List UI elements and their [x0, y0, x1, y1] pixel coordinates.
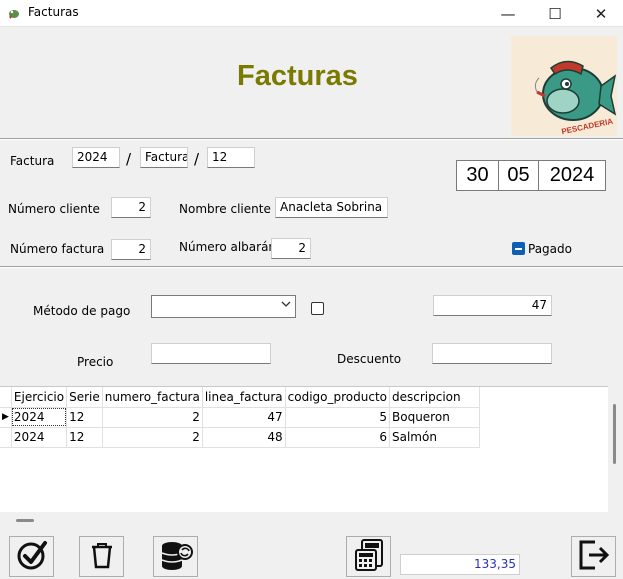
- current-row-marker: ▶: [0, 407, 12, 428]
- invoice-lines-table: Ejercicio Serie numero_factura linea_fac…: [0, 387, 480, 448]
- factura-year-field[interactable]: 2024: [72, 147, 120, 168]
- column-header-ejercicio[interactable]: Ejercicio: [11, 387, 68, 408]
- row-header-cell: [0, 387, 12, 408]
- delete-button[interactable]: [79, 536, 124, 577]
- row-header-cell: [0, 427, 12, 448]
- pagado-label: Pagado: [528, 242, 572, 256]
- maximize-button[interactable]: ☐: [532, 0, 578, 27]
- minimize-button[interactable]: —: [485, 0, 531, 27]
- table-cell[interactable]: 5: [285, 407, 391, 428]
- descuento-field[interactable]: [432, 343, 552, 364]
- confirm-button[interactable]: [9, 536, 54, 577]
- chevron-down-icon: [281, 299, 291, 312]
- linea-checkbox[interactable]: [311, 302, 324, 315]
- table-cell[interactable]: 2: [102, 427, 203, 448]
- metodo-pago-select[interactable]: [151, 295, 296, 318]
- descuento-label: Descuento: [337, 352, 402, 366]
- column-header-serie[interactable]: Serie: [66, 387, 103, 408]
- slash-separator: /: [194, 150, 200, 168]
- precio-field[interactable]: [151, 343, 271, 364]
- exit-door-icon: [577, 538, 611, 575]
- table-cell[interactable]: 12: [66, 407, 103, 428]
- trash-icon: [87, 539, 117, 574]
- table-cell[interactable]: Salmón: [389, 427, 480, 448]
- horizontal-scrollbar[interactable]: [0, 512, 608, 529]
- date-year[interactable]: 2024: [538, 160, 606, 191]
- slash-separator: /: [126, 150, 132, 168]
- database-refresh-icon: [158, 538, 194, 575]
- window-title: Facturas: [28, 5, 79, 19]
- numero-cliente-field[interactable]: 2: [111, 197, 151, 218]
- vertical-scrollbar[interactable]: [609, 386, 623, 529]
- table-row[interactable]: ▶ 2024 12 2 47 5 Boqueron: [0, 407, 480, 428]
- factura-label: Factura: [10, 154, 55, 168]
- numero-cliente-label: Número cliente: [8, 202, 100, 216]
- numero-albaran-field[interactable]: 2: [271, 238, 311, 259]
- column-header-linea-factura[interactable]: linea_factura: [202, 387, 286, 408]
- precio-label: Precio: [77, 355, 114, 369]
- calculator-icon: [352, 538, 386, 575]
- linea-field[interactable]: 47: [433, 295, 552, 316]
- invoice-lines-grid[interactable]: Ejercicio Serie numero_factura linea_fac…: [0, 386, 608, 512]
- calculator-button[interactable]: [346, 536, 391, 577]
- column-header-numero-factura[interactable]: numero_factura: [102, 387, 203, 408]
- numero-factura-label: Número factura: [10, 242, 105, 256]
- factura-series-field[interactable]: Factura: [140, 147, 188, 168]
- fish-app-icon[interactable]: [6, 5, 22, 21]
- table-cell[interactable]: Boqueron: [389, 407, 480, 428]
- separator: [0, 138, 623, 140]
- factura-number-field[interactable]: 12: [207, 147, 255, 168]
- table-cell[interactable]: 48: [202, 427, 286, 448]
- refresh-database-button[interactable]: [153, 536, 198, 577]
- nombre-cliente-label: Nombre cliente: [179, 202, 271, 216]
- nombre-cliente-field[interactable]: Anacleta Sobrina: [275, 197, 388, 218]
- invoice-total: 133,35: [400, 554, 520, 575]
- date-day[interactable]: 30: [456, 160, 499, 191]
- table-header-row: Ejercicio Serie numero_factura linea_fac…: [0, 387, 480, 408]
- column-header-codigo-producto[interactable]: codigo_producto: [285, 387, 391, 408]
- exit-button[interactable]: [571, 536, 616, 577]
- table-row[interactable]: 2024 12 2 48 6 Salmón: [0, 427, 480, 448]
- check-circle-icon: [15, 538, 49, 575]
- table-cell[interactable]: 47: [202, 407, 286, 428]
- numero-albaran-label: Número albarán: [179, 240, 277, 254]
- separator: [0, 266, 623, 268]
- numero-factura-field[interactable]: 2: [111, 239, 151, 260]
- page-title: Facturas: [237, 60, 358, 92]
- close-button[interactable]: ✕: [578, 0, 623, 27]
- vertical-scroll-thumb[interactable]: [613, 404, 616, 464]
- date-month[interactable]: 05: [498, 160, 539, 191]
- pescaderia-logo: PESCADERIA: [511, 36, 617, 136]
- column-header-descripcion[interactable]: descripcion: [389, 387, 480, 408]
- pagado-checkbox[interactable]: [512, 242, 525, 255]
- table-cell[interactable]: 2024: [11, 407, 68, 428]
- horizontal-scroll-thumb[interactable]: [16, 519, 34, 522]
- table-cell[interactable]: 6: [285, 427, 391, 448]
- table-cell[interactable]: 2024: [11, 427, 68, 448]
- table-cell[interactable]: 12: [66, 427, 103, 448]
- table-cell[interactable]: 2: [102, 407, 203, 428]
- metodo-pago-label: Método de pago: [33, 304, 131, 318]
